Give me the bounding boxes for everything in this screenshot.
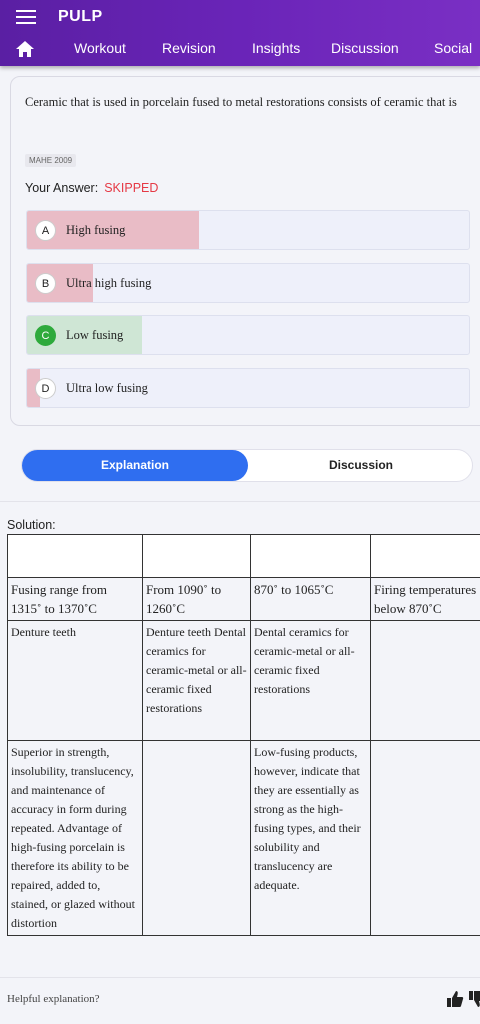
table-cell: Firing temperatures below 870˚C: [370, 577, 480, 621]
option-b-label: Ultra high fusing: [66, 276, 152, 290]
explanation-discussion-toggle: Explanation Discussion: [21, 449, 473, 482]
table-header-cell: Low fusing ceramics: [250, 534, 371, 578]
question-card: Ceramic that is used in porcelain fused …: [10, 76, 480, 426]
table-cell: Dental ceramics for ceramic-metal or all…: [250, 620, 371, 741]
table-cell: Low-fusing products, however, indicate t…: [250, 740, 371, 936]
table-cell: [370, 620, 480, 741]
option-a-letter: A: [35, 220, 56, 241]
explanation-button[interactable]: Explanation: [22, 450, 248, 481]
divider: [0, 501, 480, 502]
thumbs-down-icon[interactable]: [468, 990, 480, 1008]
table-header-cell: High fusing ceramics: [7, 534, 143, 578]
option-b-letter: B: [35, 273, 56, 294]
answer-label: Your Answer:: [25, 181, 99, 195]
table-row: Fusing range from 1315˚ to 1370˚C From 1…: [7, 577, 480, 621]
app-title: PULP: [58, 8, 103, 25]
table-cell: Superior in strength, insolubility, tran…: [7, 740, 143, 936]
table-cell: [370, 740, 480, 936]
option-c-label: Low fusing: [66, 328, 124, 342]
exam-tag: MAHE 2009: [25, 154, 77, 167]
option-c[interactable]: C Low fusing: [26, 315, 470, 355]
table-header-row: High fusing ceramics Medium fusing ceram…: [7, 534, 480, 578]
divider: [0, 977, 480, 978]
table-header-cell: Medium fusing ceramics: [142, 534, 251, 578]
tab-social[interactable]: Social: [434, 40, 472, 56]
table-cell: Fusing range from 1315˚ to 1370˚C: [7, 577, 143, 621]
helpful-prompt: Helpful explanation?: [7, 993, 100, 1005]
table-cell: [142, 740, 251, 936]
table-cell: Denture teeth: [7, 620, 143, 741]
option-a[interactable]: A High fusing: [26, 210, 470, 250]
tab-revision[interactable]: Revision: [162, 40, 216, 56]
table-cell: From 1090˚ to 1260˚C: [142, 577, 251, 621]
app-header: PULP Workout Revision Insights Discussio…: [0, 0, 480, 66]
table-cell: 870˚ to 1065˚C: [250, 577, 371, 621]
option-d-letter: D: [35, 378, 56, 399]
table-header-cell: Ultra low fusing dental ceramics: [370, 534, 480, 578]
your-answer: Your Answer: SKIPPED: [25, 181, 158, 195]
tab-insights[interactable]: Insights: [252, 40, 300, 56]
tab-discussion[interactable]: Discussion: [331, 40, 399, 56]
option-c-letter: C: [35, 325, 56, 346]
question-text: Ceramic that is used in porcelain fused …: [25, 95, 457, 109]
option-b[interactable]: B Ultra high fusing: [26, 263, 470, 303]
option-d[interactable]: D Ultra low fusing: [26, 368, 470, 408]
table-row: Denture teeth Denture teeth Dental ceram…: [7, 620, 480, 741]
option-a-label: High fusing: [66, 223, 126, 237]
discussion-button[interactable]: Discussion: [248, 450, 474, 481]
menu-icon[interactable]: [16, 10, 36, 26]
thumbs-up-icon[interactable]: [446, 990, 464, 1008]
tab-workout[interactable]: Workout: [74, 40, 126, 56]
solution-title: Solution:: [7, 518, 56, 532]
table-cell: Denture teeth Dental ceramics for cerami…: [142, 620, 251, 741]
solution-table: High fusing ceramics Medium fusing ceram…: [7, 534, 480, 936]
table-row: Superior in strength, insolubility, tran…: [7, 740, 480, 936]
main-nav: Workout Revision Insights Discussion Soc…: [0, 38, 480, 62]
answer-value: SKIPPED: [104, 181, 159, 195]
option-d-label: Ultra low fusing: [66, 381, 148, 395]
home-icon[interactable]: [15, 40, 35, 58]
